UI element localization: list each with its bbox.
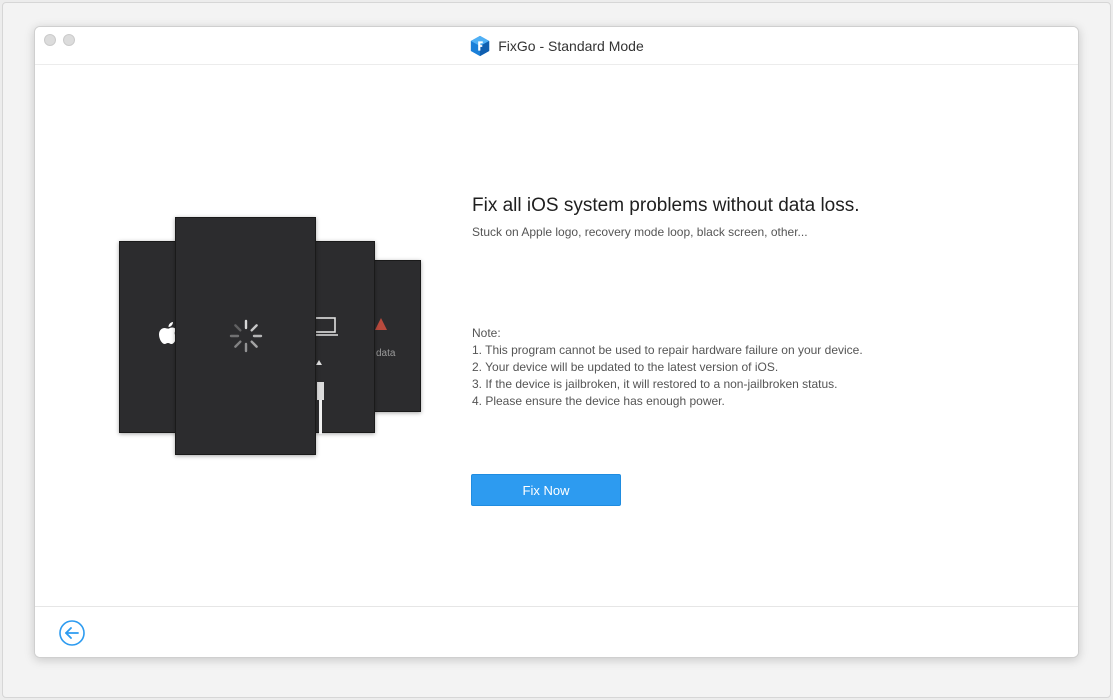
fix-now-button[interactable]: Fix Now xyxy=(471,474,621,506)
intro-section: Fix all iOS system problems without data… xyxy=(472,195,1012,239)
title-bar: FixGo - Standard Mode xyxy=(35,27,1078,65)
window-title: FixGo - Standard Mode xyxy=(498,38,644,54)
illustration-card-loading xyxy=(175,217,316,455)
laptop-icon xyxy=(314,317,338,336)
device-illustration: data xyxy=(119,217,439,457)
note-item: 2. Your device will be updated to the la… xyxy=(472,360,779,374)
note-item: 1. This program cannot be used to repair… xyxy=(472,343,863,357)
page-headline: Fix all iOS system problems without data… xyxy=(472,195,860,216)
back-arrow-circle-icon[interactable] xyxy=(58,619,86,647)
notes-section: Note: 1. This program cannot be used to … xyxy=(472,325,1012,410)
illustration-card-computer xyxy=(313,241,375,434)
app-window: FixGo - Standard Mode data Fix all iOS s… xyxy=(34,26,1079,658)
notes-title: Note: xyxy=(472,326,501,340)
illustration-card-data: data xyxy=(373,260,421,412)
fixgo-logo-icon xyxy=(471,35,490,57)
note-item: 3. If the device is jailbroken, it will … xyxy=(472,377,838,391)
note-item: 4. Please ensure the device has enough p… xyxy=(472,394,725,408)
loading-spinner-icon xyxy=(229,319,263,353)
page-subline: Stuck on Apple logo, recovery mode loop,… xyxy=(472,225,808,239)
footer-bar xyxy=(35,606,1078,657)
card-data-label: data xyxy=(376,348,396,359)
window-title-group: FixGo - Standard Mode xyxy=(35,35,1078,57)
warning-icon xyxy=(375,318,387,330)
